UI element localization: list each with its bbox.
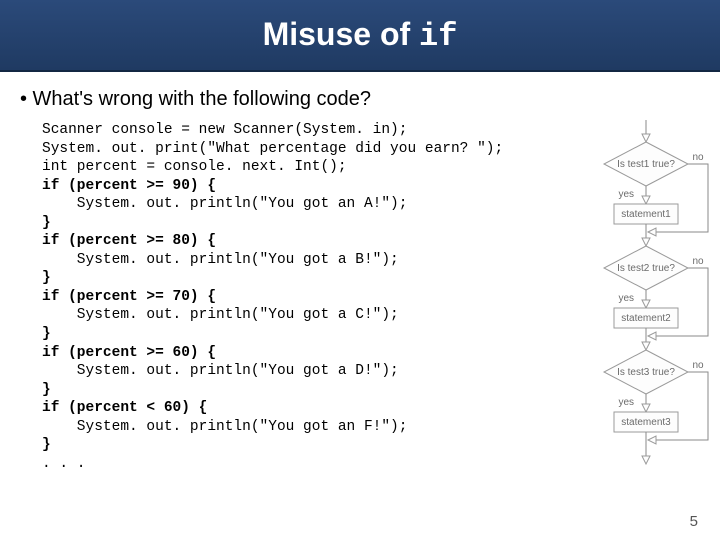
no-label: no	[692, 256, 704, 267]
code-line: if (percent < 60) {	[42, 400, 207, 416]
code-line: System. out. println("You got an F!");	[42, 419, 407, 435]
code-line: }	[42, 215, 51, 231]
code-line: if (percent >= 70) {	[42, 289, 216, 305]
code-line: System. out. println("You got a D!");	[42, 363, 399, 379]
code-line: System. out. println("You got a B!");	[42, 252, 399, 268]
code-line: int percent = console. next. Int();	[42, 159, 347, 175]
title-keyword: if	[419, 18, 457, 55]
code-line: }	[42, 270, 51, 286]
decision-2-label: Is test2 true?	[617, 263, 675, 274]
code-line: }	[42, 382, 51, 398]
code-line: }	[42, 326, 51, 342]
yes-label: yes	[618, 293, 634, 304]
no-label: no	[692, 360, 704, 371]
yes-label: yes	[618, 189, 634, 200]
yes-label: yes	[618, 397, 634, 408]
code-line: System. out. println("You got an A!");	[42, 196, 407, 212]
decision-3-label: Is test3 true?	[617, 367, 675, 378]
code-line: System. out. print("What percentage did …	[42, 141, 503, 157]
statement-2-label: statement2	[621, 313, 671, 324]
code-line: System. out. println("You got a C!");	[42, 307, 399, 323]
code-line: Scanner console = new Scanner(System. in…	[42, 122, 407, 138]
statement-3-label: statement3	[621, 417, 671, 428]
code-line: }	[42, 437, 51, 453]
code-line: if (percent >= 90) {	[42, 178, 216, 194]
slide-title: Misuse of if	[263, 16, 458, 55]
bullet-question: • What's wrong with the following code?	[20, 88, 700, 111]
flowchart-svg: Is test1 true? no yes statement1 Is test…	[576, 120, 716, 500]
code-line: . . .	[42, 456, 86, 472]
code-line: if (percent >= 80) {	[42, 233, 216, 249]
page-number: 5	[690, 513, 698, 530]
flowchart: Is test1 true? no yes statement1 Is test…	[576, 120, 716, 500]
decision-1-label: Is test1 true?	[617, 159, 675, 170]
title-prefix: Misuse of	[263, 16, 419, 52]
code-line: if (percent >= 60) {	[42, 345, 216, 361]
statement-1-label: statement1	[621, 209, 671, 220]
title-bar: Misuse of if	[0, 0, 720, 72]
no-label: no	[692, 152, 704, 163]
